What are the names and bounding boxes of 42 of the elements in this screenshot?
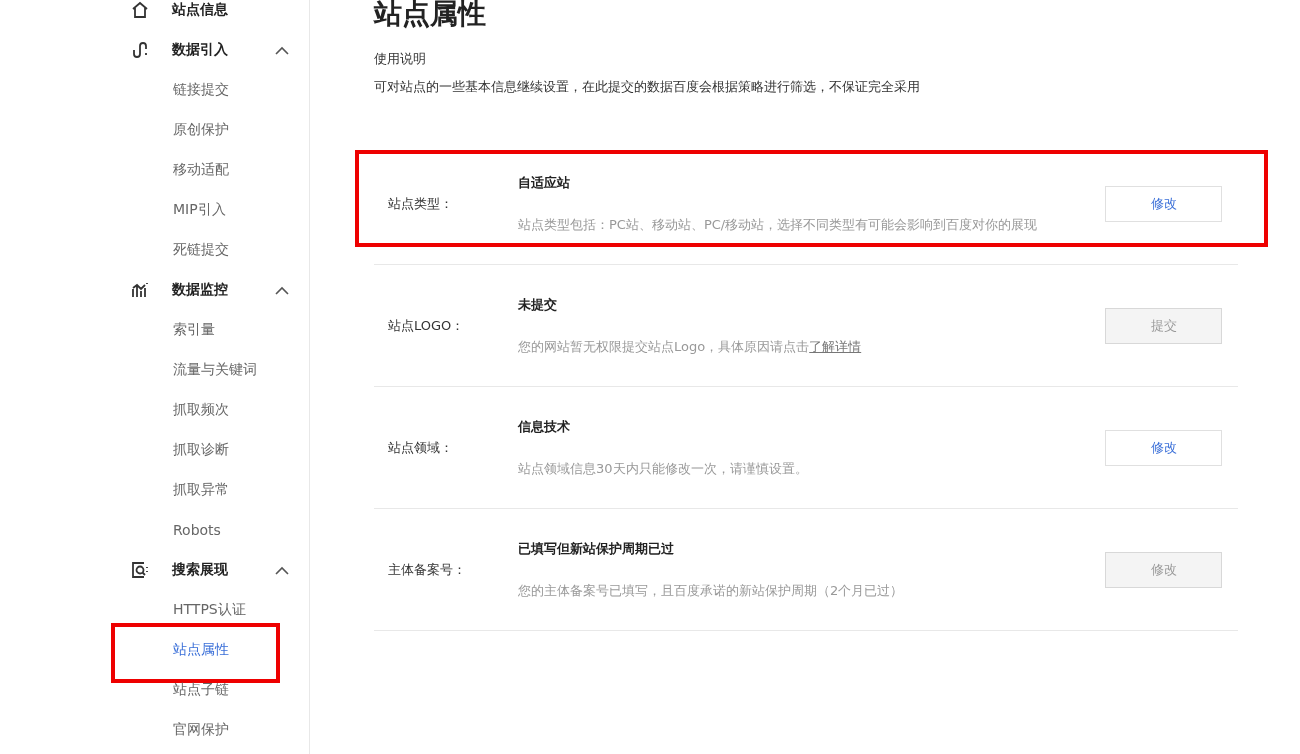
sidebar-heading[interactable]: 站点信息 xyxy=(110,0,309,30)
intro-text: 可对站点的一些基本信息继续设置，在此提交的数据百度会根据策略进行筛选，不保证完全采用 xyxy=(374,78,921,96)
property-description: 您的网站暂无权限提交站点Logo，具体原因请点击了解详情 xyxy=(518,337,863,356)
hook-icon xyxy=(130,40,150,60)
property-description: 您的主体备案号已填写，且百度承诺的新站保护周期（2个月已过） xyxy=(518,581,905,600)
sidebar-item[interactable]: 抓取异常 xyxy=(173,481,229,499)
sidebar-item[interactable]: 死链提交 xyxy=(173,241,229,259)
sidebar-item[interactable]: 抓取频次 xyxy=(173,401,229,419)
sidebar-item[interactable]: 抓取诊断 xyxy=(173,441,229,459)
property-label: 主体备案号： xyxy=(387,560,467,579)
property-label: 站点领域： xyxy=(387,438,454,457)
property-value: 已填写但新站保护周期已过 xyxy=(518,539,675,558)
sidebar-item[interactable]: HTTPS认证 xyxy=(173,601,246,619)
sidebar-item[interactable]: 站点属性 xyxy=(173,641,229,659)
caret-icon xyxy=(275,285,289,295)
search-icon xyxy=(130,560,150,580)
page-title: 站点属性 xyxy=(374,0,487,32)
chart-icon xyxy=(130,280,150,300)
sidebar-item[interactable]: 链接提交 xyxy=(173,81,229,99)
sidebar-item[interactable]: MIP引入 xyxy=(173,201,226,219)
property-description: 站点类型包括：PC站、移动站、PC/移动站，选择不同类型有可能会影响到百度对你的展现 xyxy=(518,215,1039,234)
home-icon xyxy=(130,0,150,20)
sidebar-heading[interactable]: 数据监控 xyxy=(110,270,309,310)
sidebar-item[interactable]: 索引量 xyxy=(173,321,215,339)
sidebar-item[interactable]: 官网保护 xyxy=(173,721,229,739)
sidebar-item[interactable]: Robots xyxy=(173,522,221,538)
property-button[interactable]: 修改 xyxy=(1105,429,1222,466)
sidebar-heading[interactable]: 搜索展现 xyxy=(110,550,309,590)
property-value: 未提交 xyxy=(518,295,558,314)
sidebar-item[interactable]: 移动适配 xyxy=(173,161,229,179)
property-button[interactable]: 修改 xyxy=(1105,185,1222,222)
caret-icon xyxy=(275,45,289,55)
sidebar-item[interactable]: 流量与关键词 xyxy=(173,361,257,379)
intro-heading: 使用说明 xyxy=(374,50,427,68)
property-label: 站点LOGO： xyxy=(387,316,466,335)
property-value: 信息技术 xyxy=(518,417,571,436)
property-label: 站点类型： xyxy=(387,194,454,213)
caret-icon xyxy=(275,565,289,575)
sidebar-heading[interactable]: 数据引入 xyxy=(110,30,309,70)
sidebar-item[interactable]: 站点子链 xyxy=(173,681,229,699)
property-value: 自适应站 xyxy=(518,173,571,192)
sidebar-item[interactable]: 原创保护 xyxy=(173,121,229,139)
